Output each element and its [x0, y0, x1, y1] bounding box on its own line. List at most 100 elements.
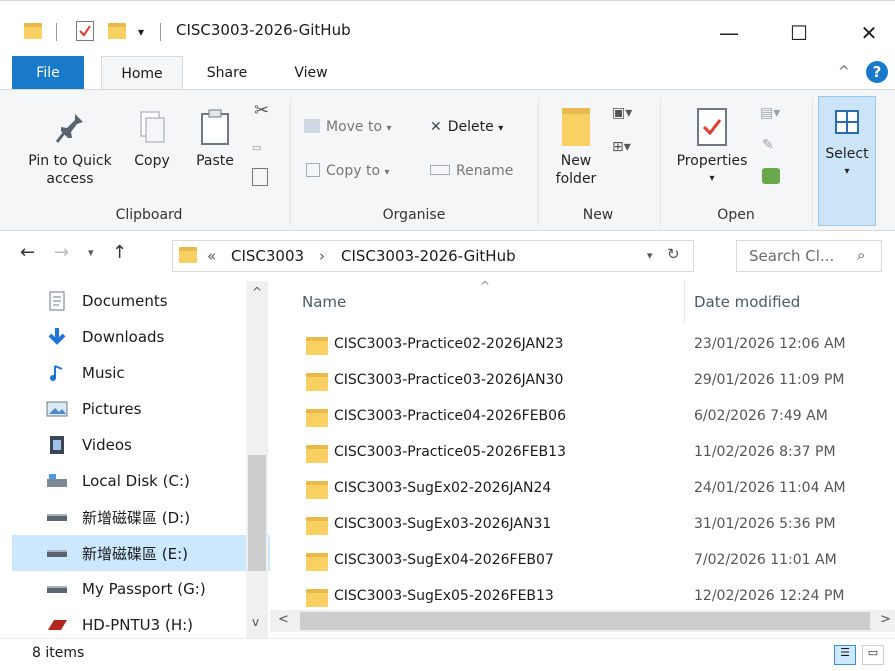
search-field[interactable]: Search Cl... ⌕ — [736, 240, 882, 272]
nav-item-label: 新增磁碟區 (E:) — [82, 544, 189, 563]
title-bar: ▾ CISC3003-2026-GitHub — ☐ ✕ — [0, 0, 895, 56]
nav-item[interactable]: 新增磁碟區 (D:) — [12, 499, 246, 535]
nav-item[interactable]: 新增磁碟區 (E:) — [12, 535, 270, 571]
properties-button[interactable]: Properties ▾ — [668, 108, 756, 188]
nav-item[interactable]: Local Disk (C:) — [12, 463, 246, 499]
search-input[interactable]: Search Cl... — [749, 247, 834, 265]
breadcrumb-item-current[interactable]: CISC3003-2026-GitHub — [341, 247, 516, 265]
file-name: CISC3003-SugEx05-2026FEB13 — [334, 588, 554, 604]
nav-item[interactable]: Pictures — [12, 391, 246, 427]
open-icon[interactable]: ▤▾ — [760, 104, 780, 122]
breadcrumb-item[interactable]: CISC3003 — [231, 247, 304, 265]
forward-button[interactable]: → — [54, 242, 69, 263]
tab-view[interactable]: View — [281, 56, 341, 89]
easy-access-icon[interactable]: ⊞▾ — [612, 138, 631, 156]
history-icon[interactable] — [762, 168, 780, 184]
scroll-down-icon[interactable]: v — [252, 615, 259, 629]
close-button[interactable]: ✕ — [846, 15, 892, 51]
address-dropdown-icon[interactable]: ▾ — [647, 249, 653, 262]
file-name: CISC3003-Practice03-2026JAN30 — [334, 372, 564, 388]
file-row[interactable]: CISC3003-SugEx02-2026JAN24 24/01/2026 11:… — [300, 472, 895, 508]
file-list: ^ Name Date modified CISC3003-Practice02… — [270, 279, 895, 638]
copy-to-button[interactable]: Copy to ▾ — [306, 162, 390, 182]
tab-share[interactable]: Share — [194, 56, 260, 89]
nav-scroll-thumb[interactable] — [248, 455, 266, 571]
recent-locations-button[interactable]: ▾ — [88, 246, 94, 259]
downloads-icon — [46, 327, 68, 347]
collapse-ribbon-icon[interactable]: ^ — [838, 64, 850, 80]
paste-button[interactable]: Paste — [186, 108, 244, 170]
copy-to-label: Copy to — [326, 163, 381, 179]
address-field[interactable]: « CISC3003 › CISC3003-2026-GitHub ▾ ↻ — [172, 240, 694, 272]
copy-button[interactable]: Copy — [126, 108, 178, 170]
nav-item[interactable]: Documents — [12, 283, 246, 319]
ribbon-tabs: File Home Share View ^ ? — [0, 56, 895, 90]
file-row[interactable]: CISC3003-SugEx04-2026FEB07 7/02/2026 11:0… — [300, 544, 895, 580]
file-row[interactable]: CISC3003-Practice03-2026JAN30 29/01/2026 … — [300, 364, 895, 400]
folder-icon — [24, 23, 42, 39]
maximize-button[interactable]: ☐ — [776, 15, 822, 51]
column-separator[interactable] — [684, 281, 685, 323]
breadcrumb-separator[interactable]: › — [319, 247, 325, 265]
paste-shortcut-icon[interactable] — [252, 168, 268, 186]
new-folder-quick-icon[interactable] — [108, 23, 126, 39]
file-name: CISC3003-Practice04-2026FEB06 — [334, 408, 566, 424]
file-name: CISC3003-Practice02-2026JAN23 — [334, 336, 564, 352]
properties-label: Properties — [676, 153, 748, 169]
new-folder-button[interactable]: New folder — [546, 108, 606, 188]
large-icons-view-icon[interactable]: ▭ — [862, 645, 884, 665]
pin-icon — [53, 108, 87, 146]
folder-icon — [306, 409, 328, 427]
group-label-clipboard: Clipboard — [115, 207, 183, 223]
properties-quick-icon[interactable] — [76, 21, 94, 41]
cut-icon[interactable]: ✂ — [254, 102, 269, 120]
pin-to-quick-access-button[interactable]: Pin to Quick access — [18, 108, 122, 188]
file-row[interactable]: CISC3003-Practice02-2026JAN23 23/01/2026 … — [300, 328, 895, 364]
refresh-icon[interactable]: ↻ — [667, 245, 680, 263]
edit-icon[interactable]: ✎ — [762, 136, 774, 154]
nav-item[interactable]: My Passport (G:) — [12, 571, 246, 607]
breadcrumb-overflow[interactable]: « — [207, 247, 216, 265]
nav-item[interactable]: Downloads — [12, 319, 246, 355]
minimize-button[interactable]: — — [706, 15, 752, 51]
up-button[interactable]: ↑ — [112, 242, 127, 263]
tab-home[interactable]: Home — [101, 56, 183, 90]
file-name: CISC3003-SugEx04-2026FEB07 — [334, 552, 554, 568]
pin-label-line1: Pin to Quick — [28, 153, 112, 169]
select-button[interactable]: Select ▾ — [818, 96, 876, 226]
scroll-up-icon[interactable]: ^ — [252, 285, 262, 299]
tab-file[interactable]: File — [12, 56, 84, 89]
file-row[interactable]: CISC3003-Practice04-2026FEB06 6/02/2026 7… — [300, 400, 895, 436]
column-header-date[interactable]: Date modified — [694, 293, 800, 311]
copy-path-icon[interactable]: ▭ — [252, 140, 261, 158]
back-button[interactable]: ← — [20, 242, 35, 263]
documents-icon — [46, 291, 68, 311]
customize-toolbar-icon[interactable]: ▾ — [138, 25, 144, 39]
copy-to-icon — [306, 163, 320, 177]
folder-icon — [306, 589, 328, 607]
drive-icon — [46, 543, 68, 563]
help-icon[interactable]: ? — [866, 61, 888, 83]
file-date-modified: 7/02/2026 11:01 AM — [694, 552, 837, 568]
details-view-icon[interactable]: ☰ — [834, 645, 856, 665]
group-separator — [812, 98, 813, 226]
scroll-left-icon[interactable]: < — [278, 612, 289, 627]
ribbon: Pin to Quick access Copy Paste ✂ ▭ Clipb… — [0, 89, 895, 231]
nav-item[interactable]: Music — [12, 355, 246, 391]
file-row[interactable]: CISC3003-Practice05-2026FEB13 11/02/2026 … — [300, 436, 895, 472]
new-item-icon[interactable]: ▣▾ — [612, 104, 632, 122]
column-header-name[interactable]: Name — [302, 293, 346, 311]
rename-button[interactable]: Rename — [430, 162, 513, 180]
scroll-right-icon[interactable]: > — [880, 612, 891, 627]
move-to-button[interactable]: Move to ▾ — [304, 118, 392, 138]
file-row[interactable]: CISC3003-SugEx03-2026JAN31 31/01/2026 5:3… — [300, 508, 895, 544]
horizontal-scrollbar[interactable]: < > — [270, 610, 895, 632]
horizontal-scroll-thumb[interactable] — [300, 612, 870, 630]
folder-icon — [306, 553, 328, 571]
nav-item-label: HD-PNTU3 (H:) — [82, 616, 193, 634]
external-drive-icon — [46, 615, 68, 635]
nav-item[interactable]: Videos — [12, 427, 246, 463]
delete-icon: ✕ — [430, 119, 442, 135]
nav-scrollbar[interactable]: ^ v — [246, 281, 268, 638]
delete-button[interactable]: ✕ Delete ▾ — [430, 118, 503, 138]
